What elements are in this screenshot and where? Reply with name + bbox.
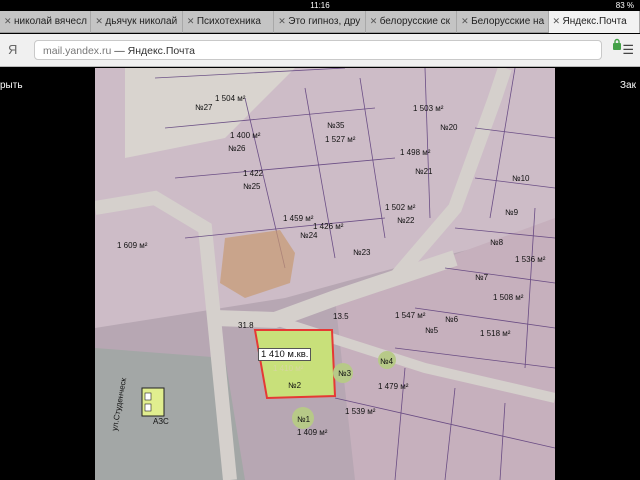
map-label: №21 bbox=[415, 167, 433, 176]
tab-label: дьячук николай bbox=[105, 16, 178, 27]
battery-level: 83 % bbox=[615, 1, 634, 10]
close-link[interactable]: Зак bbox=[620, 80, 636, 91]
map-label: №3 bbox=[338, 369, 352, 378]
map-label: №20 bbox=[440, 123, 458, 132]
map-label: №35 bbox=[327, 121, 345, 130]
tab-label: Белорусские на bbox=[471, 16, 545, 27]
map-label: 1 527 м² bbox=[325, 135, 356, 144]
map-label: №25 bbox=[243, 182, 261, 191]
menu-icon[interactable]: ☰ bbox=[622, 42, 634, 58]
tab-label: Это гипноз, дру bbox=[288, 16, 361, 27]
separator-dot: — bbox=[114, 45, 128, 57]
viewer: рыть Зак 1 504 м² №27 1 400 м² №26 №35 1… bbox=[0, 68, 640, 480]
close-icon[interactable]: ✕ bbox=[4, 16, 12, 27]
tab-1[interactable]: ✕ николай вячесл bbox=[0, 11, 92, 33]
map-label: 13.5 bbox=[333, 312, 349, 321]
tab-active[interactable]: ✕ Яндекс.Почта bbox=[548, 11, 640, 33]
map-label: №27 bbox=[195, 103, 213, 112]
yandex-logo: Я bbox=[8, 42, 18, 57]
url-field[interactable]: mail.yandex.ru — Яндекс.Почта bbox=[34, 40, 602, 60]
map-label: 1 410 м² bbox=[273, 364, 304, 373]
clock: 11:16 bbox=[310, 1, 330, 10]
map-label: 1 518 м² bbox=[480, 329, 511, 338]
tab-2[interactable]: ✕ дьячук николай bbox=[91, 11, 183, 33]
map-label: 1 508 м² bbox=[493, 293, 524, 302]
map-label: 1 503 м² bbox=[413, 104, 444, 113]
map-label: №4 bbox=[380, 357, 394, 366]
address-bar: Я mail.yandex.ru — Яндекс.Почта ☰ bbox=[0, 34, 640, 67]
map-label: 1 479 м² bbox=[378, 382, 409, 391]
page-title: Яндекс.Почта bbox=[127, 45, 196, 57]
map-label: 31.8 bbox=[238, 321, 254, 330]
azs-label: АЗС bbox=[153, 417, 169, 426]
tab-3[interactable]: ✕ Психотехника bbox=[183, 11, 275, 33]
map-label: 1 547 м² bbox=[395, 311, 426, 320]
map-label: 1 536 м² bbox=[515, 255, 546, 264]
map-label: №7 bbox=[475, 273, 489, 282]
parcel-area-box: 1 410 м.кв. bbox=[258, 348, 312, 361]
map-label: №10 bbox=[512, 174, 530, 183]
map-label: №22 bbox=[397, 216, 415, 225]
map-label: 1 400 м² bbox=[230, 131, 261, 140]
map-label: №24 bbox=[300, 231, 318, 240]
close-icon[interactable]: ✕ bbox=[187, 16, 195, 27]
url-host: mail.yandex.ru bbox=[43, 45, 112, 57]
tab-6[interactable]: ✕ Белорусские на bbox=[457, 11, 549, 33]
map-label: 1 498 м² bbox=[400, 148, 431, 157]
close-icon[interactable]: ✕ bbox=[278, 16, 286, 27]
map-label: №8 bbox=[490, 238, 504, 247]
map-label: №26 bbox=[228, 144, 246, 153]
tab-label: николай вячесл bbox=[14, 16, 87, 27]
map-label: 1 504 м² bbox=[215, 94, 246, 103]
map-label: 1 426 м² bbox=[313, 222, 344, 231]
cadastral-map-image: 1 504 м² №27 1 400 м² №26 №35 1 527 м² 1… bbox=[95, 68, 555, 480]
map-label: №2 bbox=[288, 381, 302, 390]
map-label: 1 609 м² bbox=[117, 241, 148, 250]
map-label: 1 409 м² bbox=[297, 428, 328, 437]
close-icon[interactable]: ✕ bbox=[370, 16, 378, 27]
map-label: 1 539 м² bbox=[345, 407, 376, 416]
tab-label: белорусские ск bbox=[379, 16, 451, 27]
map-label: №5 bbox=[425, 326, 439, 335]
status-bar: 11:16 83 % bbox=[0, 0, 640, 11]
map-label: №9 bbox=[505, 208, 519, 217]
open-link[interactable]: рыть bbox=[0, 80, 23, 91]
lock-icon bbox=[612, 38, 622, 53]
close-icon[interactable]: ✕ bbox=[553, 16, 561, 27]
tab-5[interactable]: ✕ белорусские ск bbox=[366, 11, 458, 33]
close-icon[interactable]: ✕ bbox=[461, 16, 469, 27]
map-label: 1 422 bbox=[243, 169, 264, 178]
close-icon[interactable]: ✕ bbox=[95, 16, 103, 27]
map-label: 1 502 м² bbox=[385, 203, 416, 212]
map-label: №23 bbox=[353, 248, 371, 257]
tab-4[interactable]: ✕ Это гипноз, дру bbox=[274, 11, 366, 33]
map-label: №1 bbox=[297, 415, 311, 424]
tab-bar: ✕ николай вячесл ✕ дьячук николай ✕ Психоте… bbox=[0, 11, 640, 33]
map-label: №6 bbox=[445, 315, 459, 324]
map-label: 1 459 м² bbox=[283, 214, 314, 223]
tab-label: Психотехника bbox=[196, 16, 261, 27]
tab-label: Яндекс.Почта bbox=[562, 16, 627, 27]
